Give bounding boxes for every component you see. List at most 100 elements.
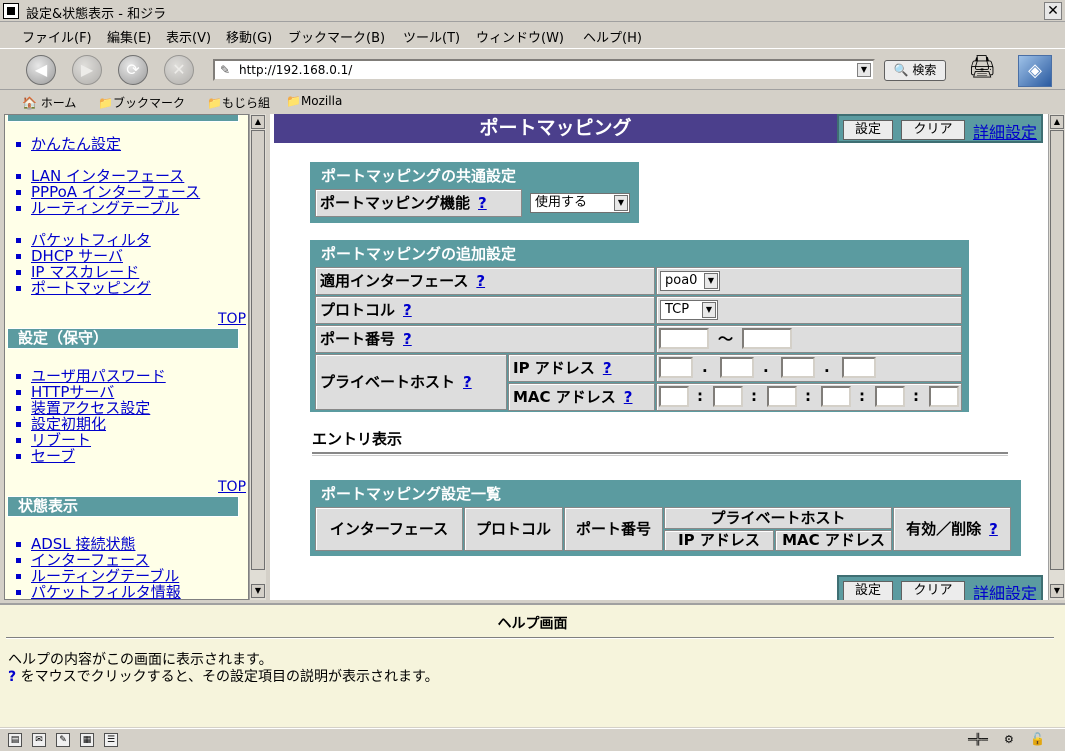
sidebar-link-factory-reset[interactable]: 設定初期化: [15, 416, 106, 432]
clear-button-top[interactable]: クリア: [901, 120, 965, 140]
port-end-input[interactable]: [742, 328, 792, 349]
ip-octet-2-input[interactable]: [720, 357, 754, 378]
bookmark-folder-bookmarks[interactable]: 📁ブックマーク: [98, 94, 185, 111]
ip-octet-4-input[interactable]: [842, 357, 876, 378]
close-window-button[interactable]: ✕: [1044, 2, 1062, 20]
sidebar-link-http-server[interactable]: HTTPサーバ: [15, 384, 114, 400]
url-bar[interactable]: ✎ ▼: [213, 59, 875, 81]
sidebar-link-port-mapping[interactable]: ポートマッピング: [15, 280, 151, 296]
detail-settings-link-top[interactable]: 詳細設定: [973, 119, 1037, 143]
sidebar-link-pppoa-interface[interactable]: PPPoA インターフェース: [15, 184, 200, 200]
sidebar-link-adsl-status[interactable]: ADSL 接続状態: [15, 536, 135, 552]
sidebar-link-dhcp-server[interactable]: DHCP サーバ: [16, 248, 123, 264]
main-scroll-thumb[interactable]: [1050, 130, 1064, 570]
mac-octet-5-input[interactable]: [875, 386, 905, 407]
mac-address-label: MAC アドレス?: [508, 383, 655, 411]
scroll-up-icon[interactable]: ▲: [251, 115, 265, 129]
forward-button[interactable]: ▶: [72, 55, 102, 85]
sidebar-scroll-thumb[interactable]: [251, 130, 265, 570]
help-link-mac[interactable]: ?: [624, 388, 633, 406]
menu-bookmarks[interactable]: ブックマーク(B): [288, 27, 385, 46]
scroll-down-icon[interactable]: ▼: [1050, 584, 1064, 598]
sidebar-link-interface-status[interactable]: インターフェース: [15, 552, 149, 568]
cookie-icon: ⚙: [1004, 733, 1014, 746]
clear-button-bottom[interactable]: クリア: [901, 581, 965, 600]
ip-octet-3-input[interactable]: [781, 357, 815, 378]
ip-octet-1-input[interactable]: [659, 357, 693, 378]
bookmark-folder-mozilla[interactable]: 📁Mozilla: [286, 94, 342, 108]
back-button[interactable]: ◀: [26, 55, 56, 85]
composer-icon[interactable]: ✎: [56, 733, 70, 747]
print-icon[interactable]: 🖨: [968, 55, 1002, 85]
ip-address-label: IP アドレス?: [508, 354, 655, 382]
port-range-tilde: 〜: [718, 330, 734, 348]
protocol-select[interactable]: TCP ▼: [660, 300, 718, 320]
scroll-up-icon[interactable]: ▲: [1050, 115, 1064, 129]
window-menu-icon[interactable]: [3, 3, 19, 19]
menu-bar: ファイル(F) 編集(E) 表示(V) 移動(G) ブックマーク(B) ツール(…: [0, 23, 1065, 47]
menu-view[interactable]: 表示(V): [166, 27, 211, 46]
navigator-icon[interactable]: ▤: [8, 733, 22, 747]
protocol-label: プロトコル?: [315, 296, 655, 324]
mac-octet-4-input[interactable]: [821, 386, 851, 407]
sidebar-link-reboot[interactable]: リブート: [15, 432, 91, 448]
help-link-action[interactable]: ?: [989, 520, 998, 538]
search-button[interactable]: 🔍 検索: [884, 60, 946, 81]
sidebar-link-save[interactable]: セーブ: [15, 448, 75, 464]
sidebar-link-routing-status[interactable]: ルーティングテーブル: [15, 568, 179, 584]
mac-octet-6-input[interactable]: [929, 386, 959, 407]
set-button-bottom[interactable]: 設定: [843, 581, 893, 600]
help-link-protocol[interactable]: ?: [403, 301, 412, 319]
help-link-interface[interactable]: ?: [476, 272, 485, 290]
sidebar-link-user-password[interactable]: ユーザ用パスワード: [16, 368, 166, 384]
col-protocol: プロトコル: [464, 507, 563, 551]
help-link-ip[interactable]: ?: [603, 359, 612, 377]
common-settings-header: ポートマッピングの共通設定: [321, 167, 517, 185]
page-title: ポートマッピング: [274, 114, 837, 143]
help-title: ヘルプ画面: [497, 616, 568, 632]
menu-tools[interactable]: ツール(T): [403, 27, 460, 46]
add-settings-box: ポートマッピングの追加設定 適用インターフェース? poa0 ▼ プロトコル? T…: [310, 240, 969, 412]
sidebar-top-link-2[interactable]: TOP: [218, 479, 246, 495]
mac-octet-1-input[interactable]: [659, 386, 689, 407]
reload-button[interactable]: ⟳: [118, 55, 148, 85]
apply-interface-select[interactable]: poa0 ▼: [660, 271, 720, 291]
sidebar-top-link-1[interactable]: TOP: [218, 311, 246, 327]
menu-edit[interactable]: 編集(E): [107, 27, 151, 46]
help-link-private-host[interactable]: ?: [463, 373, 472, 391]
port-start-input[interactable]: [659, 328, 709, 349]
action-bar-top: 設定 クリア 詳細設定: [837, 114, 1043, 143]
help-link-port[interactable]: ?: [403, 330, 412, 348]
mac-octet-3-input[interactable]: [767, 386, 797, 407]
detail-settings-link-bottom[interactable]: 詳細設定: [973, 580, 1037, 600]
chat-icon[interactable]: ☰: [104, 733, 118, 747]
sidebar-link-easy-setup[interactable]: かんたん設定: [15, 136, 121, 152]
set-button-top[interactable]: 設定: [843, 120, 893, 140]
bookmark-folder-mojira[interactable]: 📁もじら組: [207, 94, 270, 111]
help-link-function[interactable]: ?: [478, 194, 487, 212]
entry-divider: [312, 452, 1008, 456]
mac-colon-1: :: [697, 387, 703, 405]
sidebar-link-lan-interface[interactable]: LAN インターフェース: [15, 168, 184, 184]
scroll-down-icon[interactable]: ▼: [251, 584, 265, 598]
menu-go[interactable]: 移動(G): [226, 27, 272, 46]
address-book-icon[interactable]: ▦: [80, 733, 94, 747]
stop-button[interactable]: ✕: [164, 55, 194, 85]
sidebar-link-routing-table[interactable]: ルーティングテーブル: [15, 200, 179, 216]
url-dropdown-icon[interactable]: ▼: [857, 63, 871, 77]
menu-window[interactable]: ウィンドウ(W): [476, 27, 564, 46]
sidebar-link-packet-filter[interactable]: パケットフィルタ: [16, 232, 151, 248]
bookmark-home[interactable]: 🏠 ホーム: [22, 94, 76, 111]
mail-icon[interactable]: ✉: [32, 733, 46, 747]
menu-help[interactable]: ヘルプ(H): [583, 27, 642, 46]
sidebar-link-packet-filter-info[interactable]: パケットフィルタ情報: [16, 584, 181, 599]
sidebar-link-device-access[interactable]: 装置アクセス設定: [15, 400, 150, 416]
port-mapping-function-select[interactable]: 使用する ▼: [530, 193, 630, 213]
main-scrollbar[interactable]: ▲ ▼: [1048, 114, 1065, 600]
sidebar-link-ip-masquerade[interactable]: IP マスカレード: [15, 264, 139, 280]
mac-octet-2-input[interactable]: [713, 386, 743, 407]
col-interface: インターフェース: [315, 507, 463, 551]
sidebar-scrollbar[interactable]: ▲ ▼: [249, 114, 266, 600]
url-input[interactable]: [237, 62, 837, 78]
menu-file[interactable]: ファイル(F): [22, 27, 92, 46]
